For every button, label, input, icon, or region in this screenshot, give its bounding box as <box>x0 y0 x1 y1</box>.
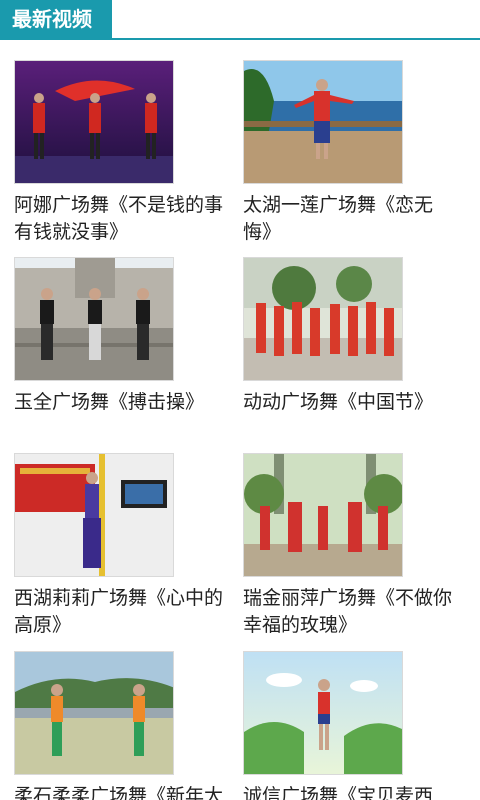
video-card[interactable]: 西湖莉莉广场舞《心中的高原》 <box>14 453 234 639</box>
video-card[interactable]: 柔石柔柔广场舞《新年大 <box>14 651 234 800</box>
video-title[interactable]: 动动广场舞《中国节》 <box>243 389 457 416</box>
video-thumbnail[interactable] <box>243 257 403 381</box>
video-thumbnail[interactable] <box>14 60 174 184</box>
video-title[interactable]: 柔石柔柔广场舞《新年大 <box>14 783 228 800</box>
video-title[interactable]: 阿娜广场舞《不是钱的事有钱就没事》 <box>14 192 228 246</box>
video-title[interactable]: 太湖一莲广场舞《恋无悔》 <box>243 192 457 246</box>
video-thumbnail[interactable] <box>243 60 403 184</box>
video-title[interactable]: 瑞金丽萍广场舞《不做你幸福的玫瑰》 <box>243 585 457 639</box>
video-thumbnail[interactable] <box>14 651 174 775</box>
video-thumbnail[interactable] <box>14 257 174 381</box>
video-card[interactable]: 玉全广场舞《搏击操》 <box>14 257 234 416</box>
video-thumbnail[interactable] <box>14 453 174 577</box>
video-card[interactable]: 阿娜广场舞《不是钱的事有钱就没事》 <box>14 60 234 246</box>
video-thumbnail[interactable] <box>243 651 403 775</box>
tab-latest-videos[interactable]: 最新视频 <box>0 0 112 38</box>
video-card[interactable]: 动动广场舞《中国节》 <box>243 257 463 416</box>
video-grid: 阿娜广场舞《不是钱的事有钱就没事》 太湖一莲广场舞《恋无悔》 玉全广场舞《搏击操… <box>0 40 480 800</box>
video-title[interactable]: 西湖莉莉广场舞《心中的高原》 <box>14 585 228 639</box>
video-card[interactable]: 瑞金丽萍广场舞《不做你幸福的玫瑰》 <box>243 453 463 639</box>
video-title[interactable]: 诚信广场舞《宝贝麦西 <box>243 783 457 800</box>
video-card[interactable]: 太湖一莲广场舞《恋无悔》 <box>243 60 463 246</box>
app-header: 最新视频 <box>0 0 480 40</box>
video-title[interactable]: 玉全广场舞《搏击操》 <box>14 389 228 416</box>
video-card[interactable]: 诚信广场舞《宝贝麦西 <box>243 651 463 800</box>
video-thumbnail[interactable] <box>243 453 403 577</box>
